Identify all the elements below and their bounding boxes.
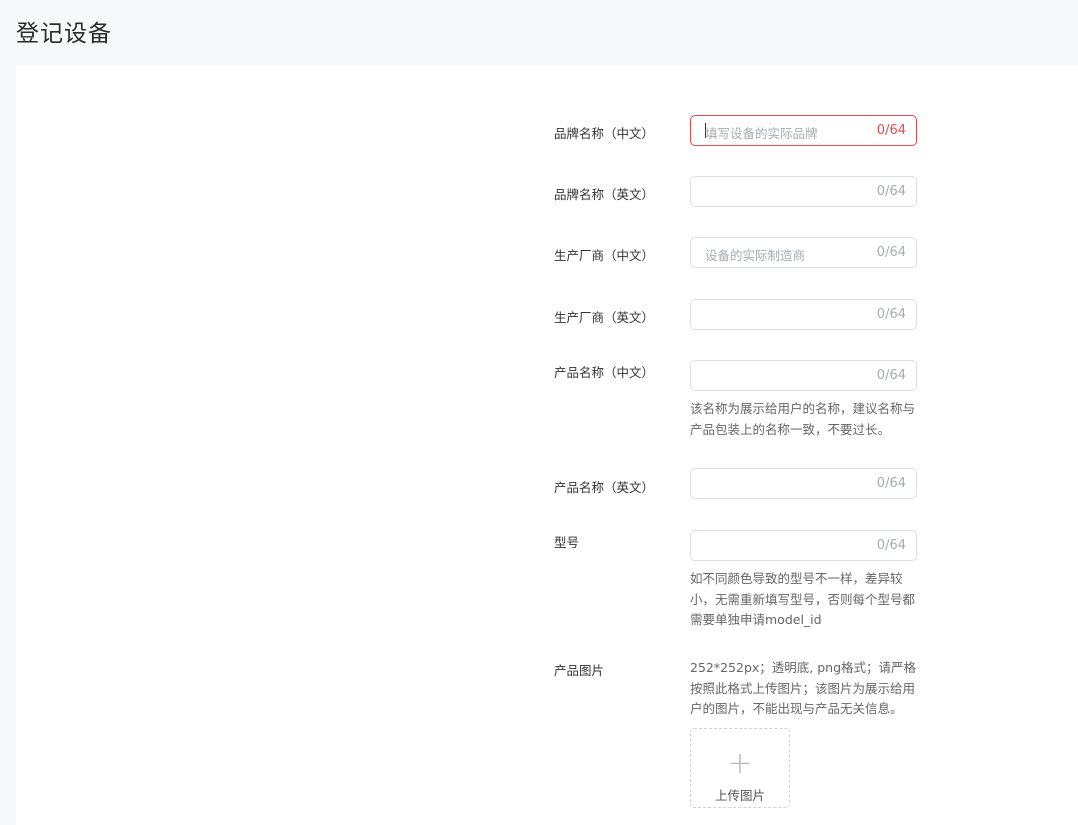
product-name-en-label: 产品名称（英文） [554, 480, 655, 495]
product-name-cn-label: 产品名称（中文） [554, 365, 655, 380]
manufacturer-cn-placeholder: 设备的实际制造商 [705, 248, 806, 263]
plus-icon: + [727, 746, 753, 781]
manufacturer-en-label: 生产厂商（英文） [554, 310, 655, 325]
product-image-label: 产品图片 [554, 663, 605, 678]
product-name-cn-char-count: 0/64 [876, 368, 906, 383]
manufacturer-cn-char-count: 0/64 [876, 245, 906, 260]
help-line: 该名称为展示给用户的名称，建议名称与 [690, 401, 916, 416]
product-image-upload-button[interactable]: + 上传图片 [690, 728, 790, 808]
help-line: 252*252px；透明底, png格式；请严格 [690, 660, 917, 675]
model-input[interactable]: 0/64 [690, 530, 917, 561]
manufacturer-cn-input[interactable]: 设备的实际制造商 0/64 [690, 237, 917, 268]
brand-en-char-count: 0/64 [876, 184, 906, 199]
brand-en-input[interactable]: 0/64 [690, 176, 917, 207]
product-name-cn-help: 该名称为展示给用户的名称，建议名称与 产品包装上的名称一致，不要过长。 [690, 399, 922, 440]
page-title: 登记设备 [16, 21, 112, 47]
brand-cn-placeholder: 填写设备的实际品牌 [705, 126, 818, 141]
help-line: 户的图片，不能出现与产品无关信息。 [690, 701, 903, 716]
brand-en-label: 品牌名称（英文） [554, 187, 655, 202]
product-name-cn-input[interactable]: 0/64 [690, 360, 917, 391]
manufacturer-en-input[interactable]: 0/64 [690, 299, 917, 330]
brand-cn-input[interactable]: 填写设备的实际品牌 0/64 [690, 115, 917, 146]
help-line: 小，无需重新填写型号，否则每个型号都 [690, 591, 916, 607]
model-char-count: 0/64 [876, 538, 906, 553]
product-name-en-input[interactable]: 0/64 [690, 468, 917, 499]
product-name-en-char-count: 0/64 [876, 476, 906, 491]
help-line: 产品包装上的名称一致，不要过长。 [690, 421, 891, 437]
upload-label: 上传图片 [714, 788, 765, 803]
help-line: 按照此格式上传图片；该图片为展示给用 [690, 680, 916, 696]
model-label: 型号 [554, 535, 580, 550]
product-image-help: 252*252px；透明底, png格式；请严格 按照此格式上传图片；该图片为展… [690, 658, 922, 720]
help-line: 需要单独申请model_id [690, 612, 822, 627]
manufacturer-cn-label: 生产厂商（中文） [554, 248, 655, 263]
brand-cn-label: 品牌名称（中文） [554, 126, 655, 141]
brand-cn-char-count: 0/64 [876, 123, 906, 138]
help-line: 如不同颜色导致的型号不一样，差异较 [690, 571, 903, 586]
manufacturer-en-char-count: 0/64 [876, 307, 906, 322]
model-help: 如不同颜色导致的型号不一样，差异较 小，无需重新填写型号，否则每个型号都 需要单… [690, 569, 922, 631]
